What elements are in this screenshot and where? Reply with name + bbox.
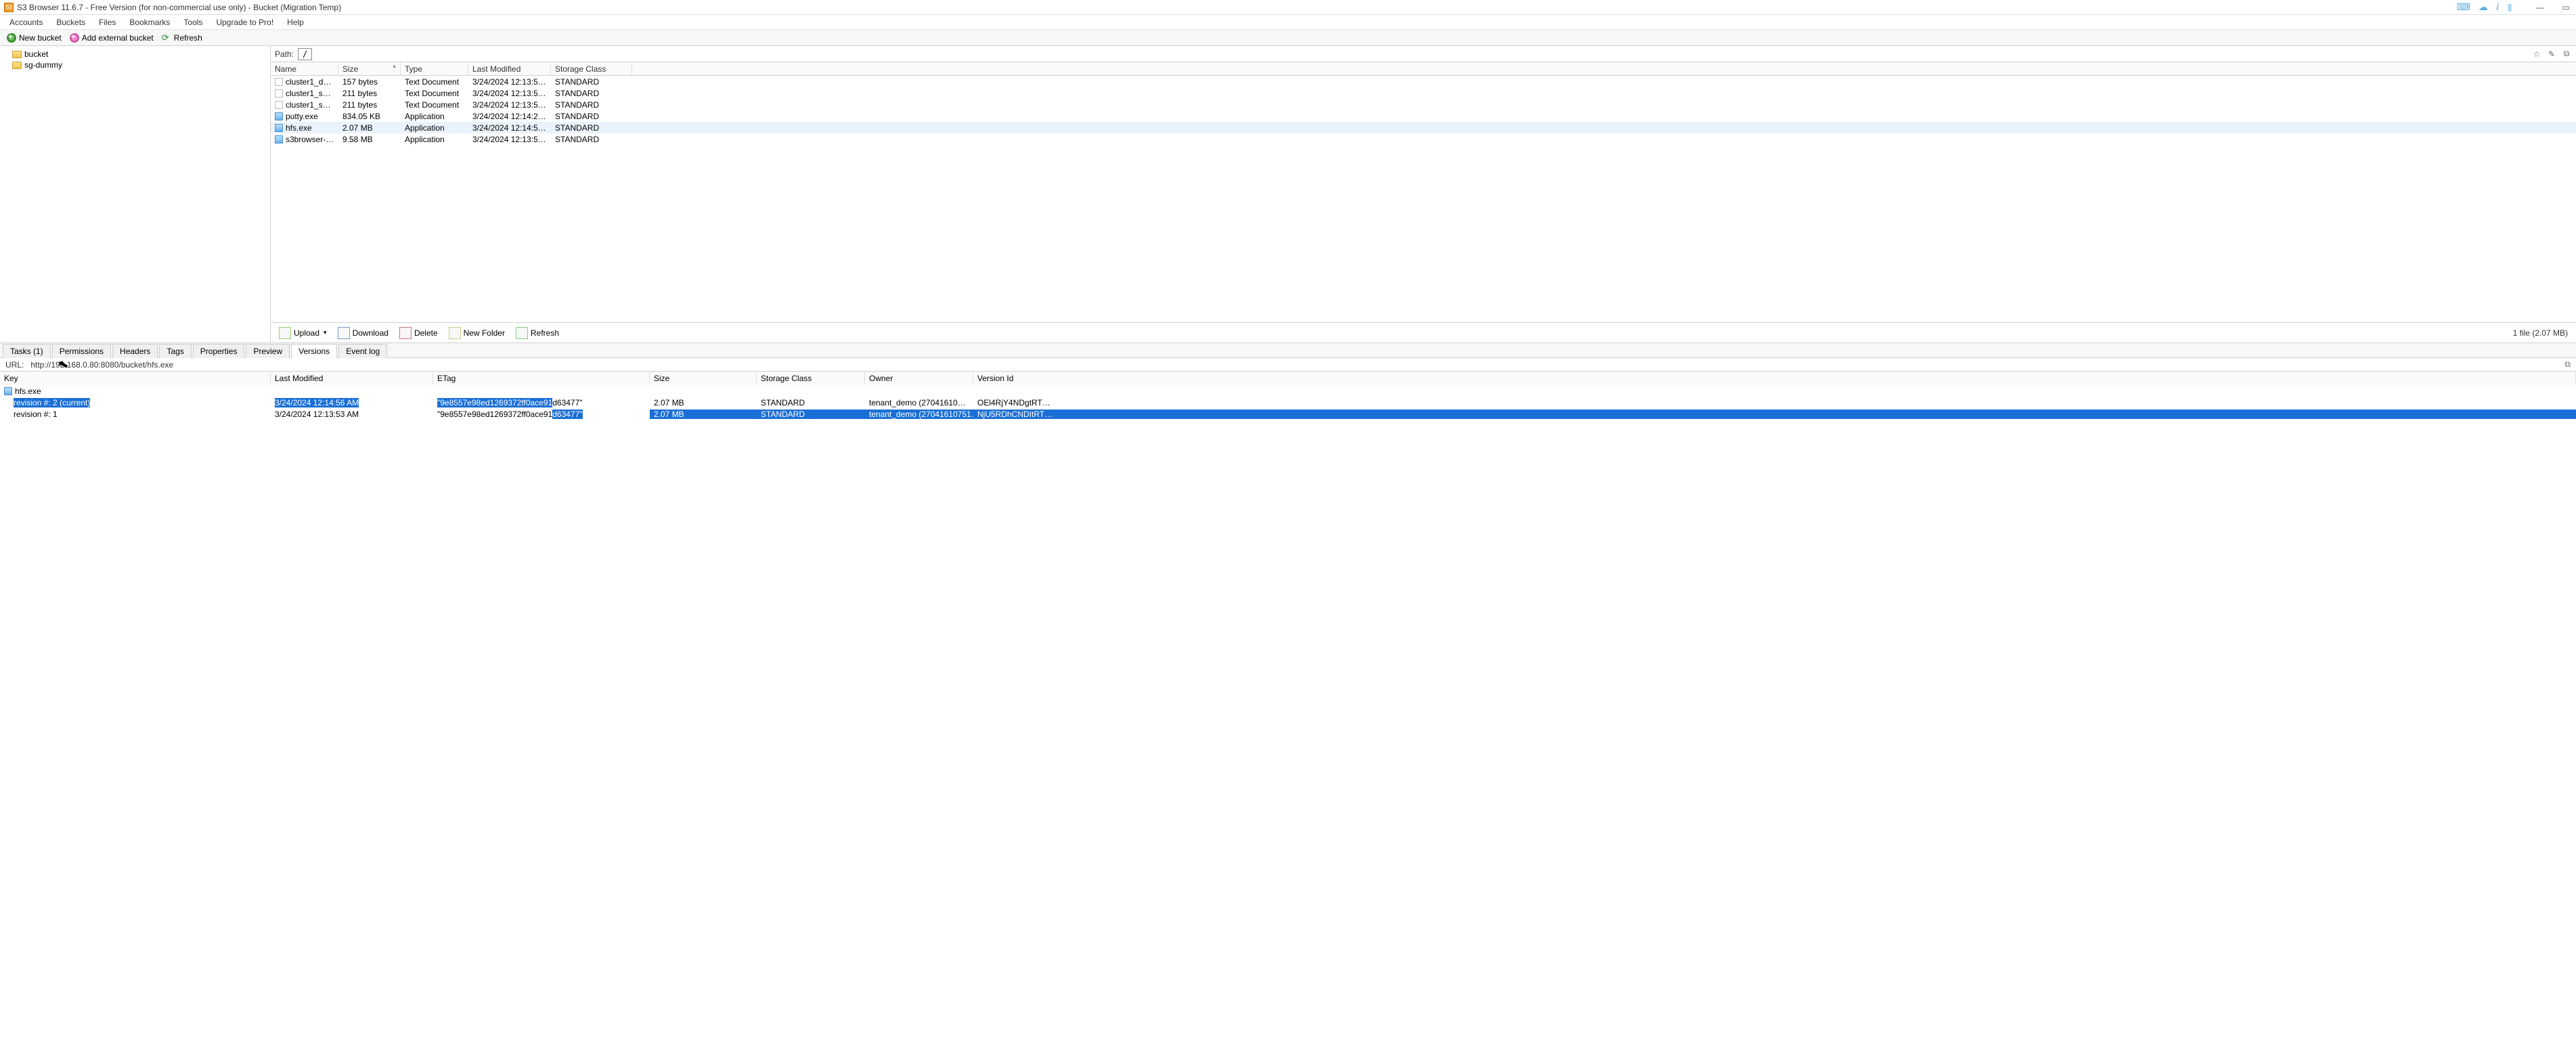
toolbar: New bucket Add external bucket ⟳ Refresh <box>0 30 2576 46</box>
new-bucket-label: New bucket <box>19 33 62 43</box>
tree-item-bucket[interactable]: bucket <box>4 49 266 60</box>
copy-icon[interactable]: ⧉ <box>2561 49 2572 59</box>
col-last-modified[interactable]: Last Modified <box>468 63 551 75</box>
plus-icon <box>7 33 16 43</box>
vcol-storage-class[interactable]: Storage Class <box>757 372 865 384</box>
info-icon[interactable]: i <box>2496 1 2499 14</box>
menu-tools[interactable]: Tools <box>177 16 209 28</box>
download-icon <box>338 327 350 339</box>
keyboard-icon[interactable]: ⌨ <box>2457 1 2470 13</box>
tree-item-label: bucket <box>24 49 48 59</box>
file-icon <box>275 89 283 97</box>
file-row[interactable]: cluster1_svm…211 bytesText Document3/24/… <box>271 99 2576 110</box>
file-icon <box>275 124 283 132</box>
menu-upgrade[interactable]: Upgrade to Pro! <box>209 16 280 28</box>
chevron-down-icon: ▾ <box>324 329 327 336</box>
file-icon <box>275 101 283 109</box>
file-row[interactable]: cluster1_svm…211 bytesText Document3/24/… <box>271 87 2576 99</box>
selection-status: 1 file (2.07 MB) <box>2513 328 2572 338</box>
menu-files[interactable]: Files <box>92 16 123 28</box>
cloud-icon[interactable]: ☁ <box>2479 1 2488 13</box>
vcol-version-id[interactable]: Version Id <box>973 372 2576 384</box>
bars-icon[interactable]: ▮ <box>2507 1 2512 13</box>
file-row[interactable]: s3browser-11…9.58 MBApplication3/24/2024… <box>271 133 2576 145</box>
version-row[interactable]: revision #: 2 (current)3/24/2024 12:14:5… <box>0 397 2576 408</box>
path-bar: Path: / ☆ ✎ ⧉ <box>271 46 2576 62</box>
file-icon <box>275 78 283 86</box>
file-list-header: Name Size▴ Type Last Modified Storage Cl… <box>271 62 2576 76</box>
star-icon[interactable]: ☆ <box>2531 49 2542 59</box>
bottom-tabs: Tasks (1)PermissionsHeadersTagsPropertie… <box>0 343 2576 357</box>
tab-properties[interactable]: Properties <box>193 344 245 358</box>
file-row[interactable]: hfs.exe2.07 MBApplication3/24/2024 12:14… <box>271 122 2576 133</box>
app-icon: S3 <box>4 3 14 12</box>
vcol-owner[interactable]: Owner <box>865 372 973 384</box>
folder-icon <box>12 62 22 69</box>
vcol-last-modified[interactable]: Last Modified <box>271 372 433 384</box>
new-bucket-button[interactable]: New bucket <box>3 32 66 43</box>
bucket-tree[interactable]: bucket sg-dummy <box>0 46 271 343</box>
download-button[interactable]: Download <box>334 326 393 340</box>
path-label: Path: <box>275 49 294 59</box>
menu-help[interactable]: Help <box>280 16 311 28</box>
sort-asc-icon: ▴ <box>393 62 396 70</box>
vcol-etag[interactable]: ETag <box>433 372 650 384</box>
col-name[interactable]: Name <box>271 63 338 75</box>
menu-bar: Accounts Buckets Files Bookmarks Tools U… <box>0 15 2576 30</box>
minimize-button[interactable]: — <box>2534 3 2546 12</box>
file-icon <box>275 135 283 143</box>
refresh-icon: ⟳ <box>162 33 171 43</box>
title-bar: S3 S3 Browser 11.6.7 - Free Version (for… <box>0 0 2576 15</box>
col-type[interactable]: Type <box>401 63 468 75</box>
menu-buckets[interactable]: Buckets <box>49 16 92 28</box>
version-key-row[interactable]: hfs.exe <box>0 385 2576 397</box>
versions-header: Key Last Modified ETag Size Storage Clas… <box>0 372 2576 385</box>
version-row[interactable]: revision #: 13/24/2024 12:13:53 AM"9e855… <box>0 408 2576 420</box>
tab-headers[interactable]: Headers <box>112 344 158 358</box>
refresh-files-button[interactable]: Refresh <box>512 326 563 340</box>
vcol-key[interactable]: Key <box>0 372 271 384</box>
tab-versions[interactable]: Versions <box>291 344 337 358</box>
plus-icon <box>70 33 79 43</box>
refresh-button[interactable]: ⟳ Refresh <box>158 32 206 43</box>
tab-event-log[interactable]: Event log <box>338 344 387 358</box>
tab-permissions[interactable]: Permissions <box>52 344 111 358</box>
copy-url-icon[interactable]: ⧉ <box>2564 359 2571 370</box>
menu-bookmarks[interactable]: Bookmarks <box>123 16 177 28</box>
file-row[interactable]: putty.exe834.05 KBApplication3/24/2024 1… <box>271 110 2576 122</box>
add-external-label: Add external bucket <box>82 33 154 43</box>
maximize-button[interactable]: ▭ <box>2560 3 2572 12</box>
menu-accounts[interactable]: Accounts <box>3 16 49 28</box>
tab-tasks-1-[interactable]: Tasks (1) <box>3 344 51 358</box>
upload-button[interactable]: Upload▾ <box>275 326 331 340</box>
url-value[interactable]: http://192.168.0.80:8080/bucket/hfs.exe <box>30 360 173 370</box>
upload-icon <box>279 327 291 339</box>
file-icon <box>4 387 12 395</box>
refresh-label: Refresh <box>174 33 202 43</box>
vcol-size[interactable]: Size <box>650 372 757 384</box>
add-external-bucket-button[interactable]: Add external bucket <box>66 32 158 43</box>
tree-item-label: sg-dummy <box>24 60 62 70</box>
refresh-icon <box>516 327 528 339</box>
path-value[interactable]: / <box>298 48 312 60</box>
url-bar: URL: http://192.168.0.80:8080/bucket/hfs… <box>0 357 2576 371</box>
file-row[interactable]: cluster1_dem…157 bytesText Document3/24/… <box>271 76 2576 87</box>
tree-item-sg-dummy[interactable]: sg-dummy <box>4 60 266 70</box>
new-folder-icon <box>449 327 461 339</box>
col-storage-class[interactable]: Storage Class <box>551 63 632 75</box>
action-bar: Upload▾ Download Delete New Folder Refre… <box>271 322 2576 343</box>
tab-tags[interactable]: Tags <box>159 344 191 358</box>
folder-icon <box>12 51 22 58</box>
new-folder-button[interactable]: New Folder <box>445 326 509 340</box>
delete-button[interactable]: Delete <box>395 326 442 340</box>
url-label: URL: <box>5 360 24 370</box>
pencil-icon[interactable]: ✎ <box>2546 49 2557 59</box>
window-title: S3 Browser 11.6.7 - Free Version (for no… <box>17 3 2457 12</box>
tab-preview[interactable]: Preview <box>246 344 290 358</box>
delete-icon <box>399 327 412 339</box>
col-size[interactable]: Size▴ <box>338 63 401 75</box>
file-list[interactable]: Name Size▴ Type Last Modified Storage Cl… <box>271 62 2576 322</box>
versions-table[interactable]: Key Last Modified ETag Size Storage Clas… <box>0 371 2576 420</box>
file-icon <box>275 112 283 120</box>
